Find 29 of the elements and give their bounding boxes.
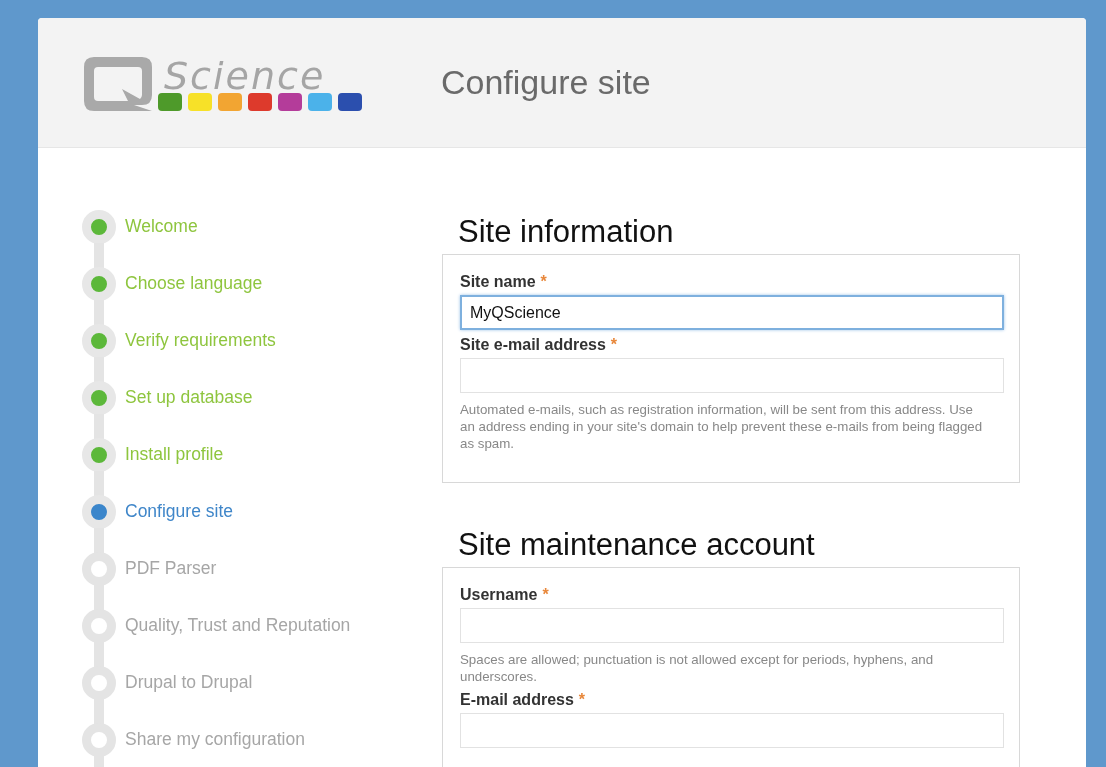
text-input[interactable]: MyQScience xyxy=(460,295,1004,330)
field-label: Site e-mail address xyxy=(460,336,606,354)
page-title: Configure site xyxy=(441,63,651,102)
step-label: Drupal to Drupal xyxy=(125,672,253,693)
step-label: PDF Parser xyxy=(125,558,217,579)
field-label: E-mail address xyxy=(460,691,574,709)
step-label: Share my configuration xyxy=(125,729,305,750)
required-mark: * xyxy=(578,691,586,709)
q-logo-icon xyxy=(82,54,154,111)
required-mark: * xyxy=(542,586,549,604)
help-text: Spaces are allowed; punctuation is not allowed except for periods, hyphens, and underscores. xyxy=(460,651,935,685)
required-mark: * xyxy=(610,336,618,354)
step-label: Welcome xyxy=(125,216,198,237)
section-heading: Site maintenance account xyxy=(458,527,816,563)
text-input[interactable] xyxy=(460,358,1004,393)
section-heading: Site information xyxy=(458,214,675,250)
step-label: Verify requirements xyxy=(125,330,276,351)
step-label: Choose language xyxy=(125,273,263,294)
field-label: Site name xyxy=(460,273,536,291)
help-text: Automated e-mails, such as registration information, will be sent from this address. Use an address ending in your site's domain to help prevent these e-mails from being flagged as spam. xyxy=(460,401,984,452)
field-label: Username xyxy=(460,586,538,604)
logo-wordmark: Science xyxy=(164,58,326,93)
step-label: Quality, Trust and Reputation xyxy=(125,615,351,636)
text-input[interactable] xyxy=(460,608,1004,643)
text-input[interactable] xyxy=(460,713,1004,748)
step-label: Install profile xyxy=(125,444,224,465)
required-mark: * xyxy=(540,273,547,291)
step-label: Configure site xyxy=(125,501,233,522)
step-label: Set up database xyxy=(125,387,253,408)
